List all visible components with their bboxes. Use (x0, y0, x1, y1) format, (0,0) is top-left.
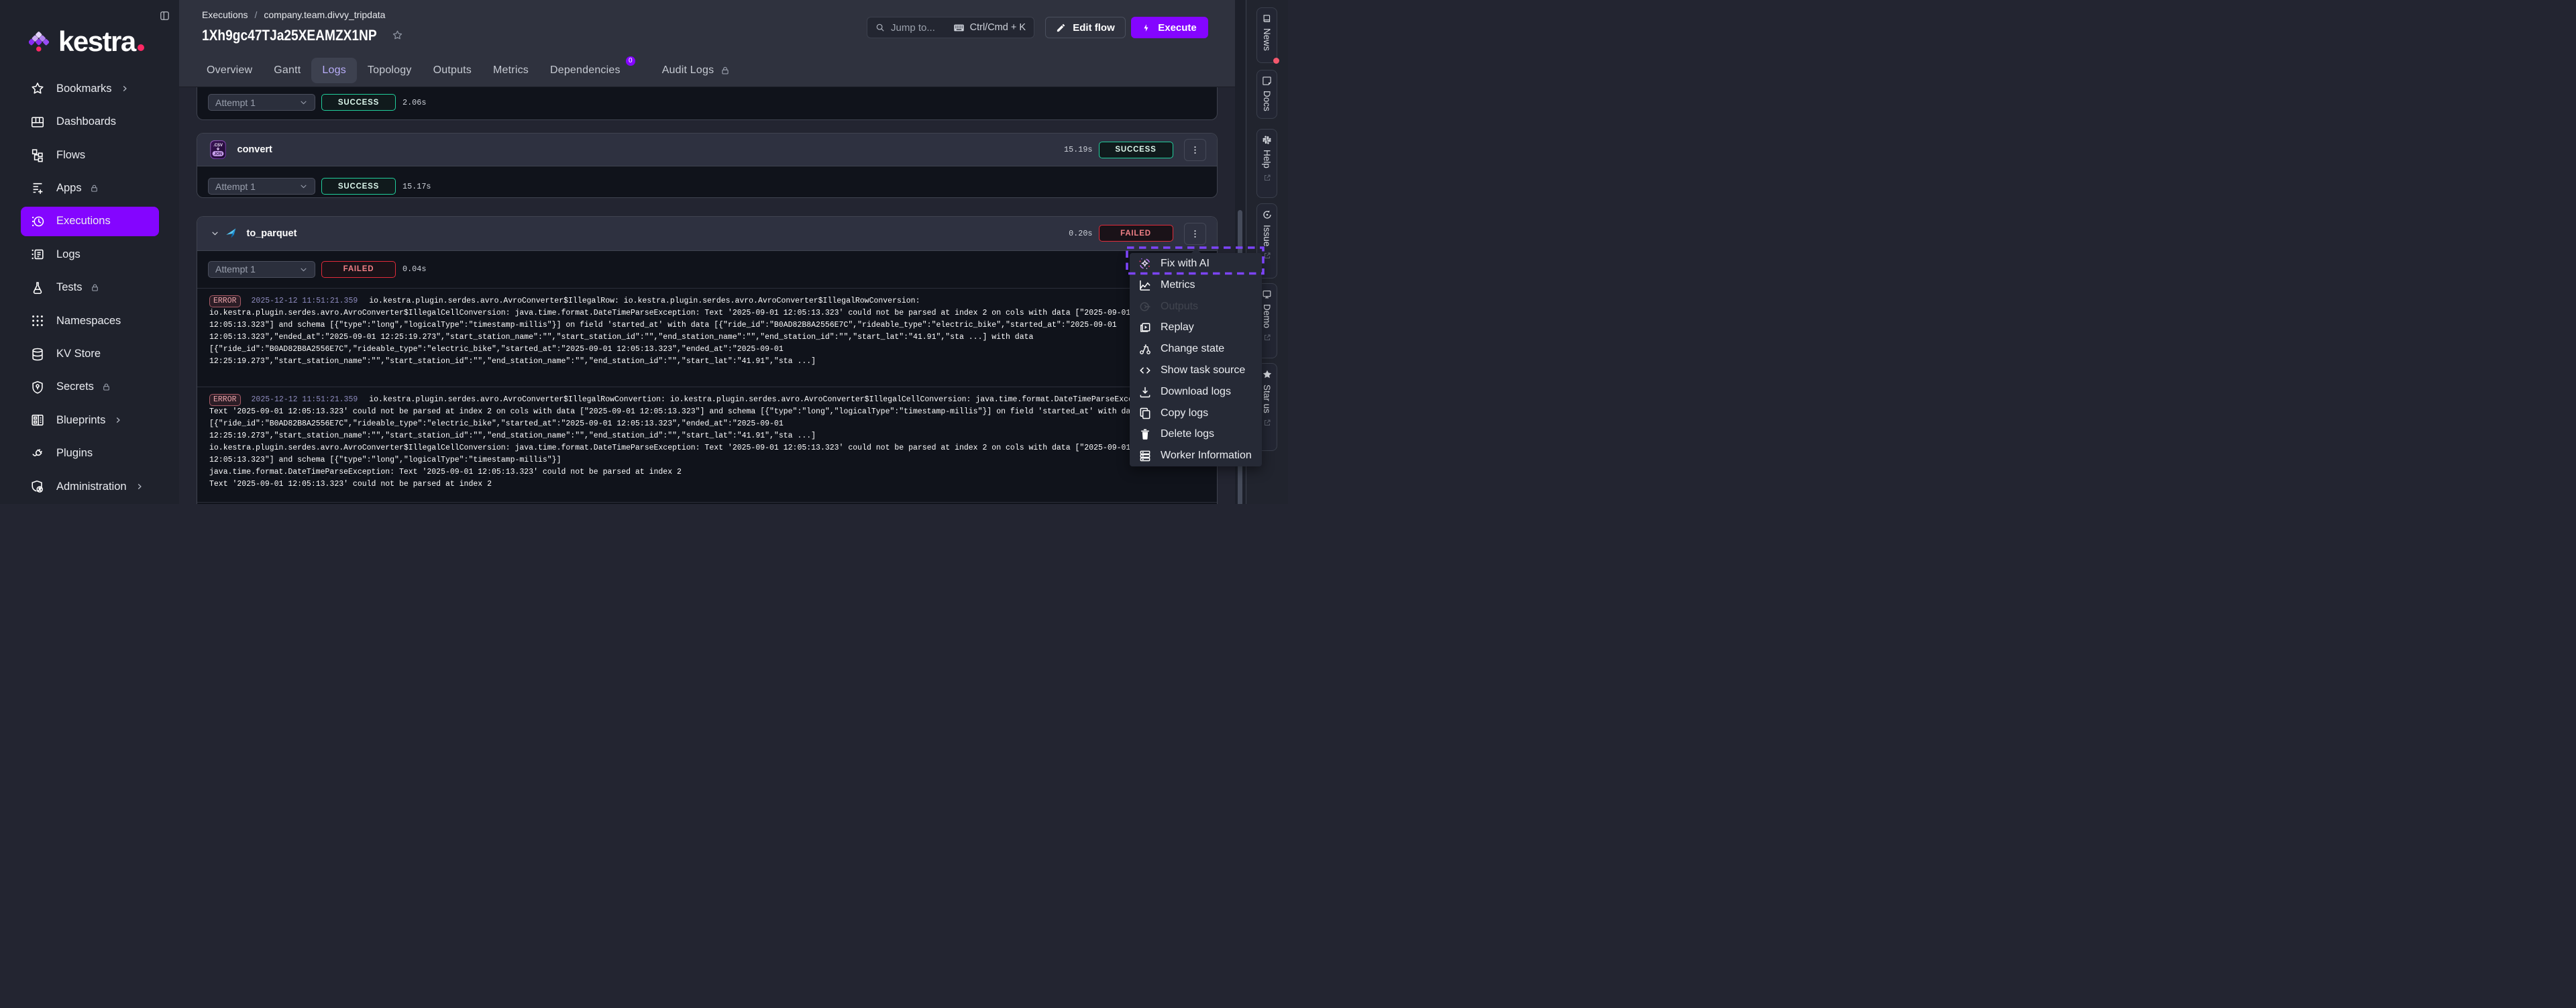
svg-text:.ION: .ION (213, 152, 221, 156)
svg-text:.CSV: .CSV (213, 144, 223, 148)
